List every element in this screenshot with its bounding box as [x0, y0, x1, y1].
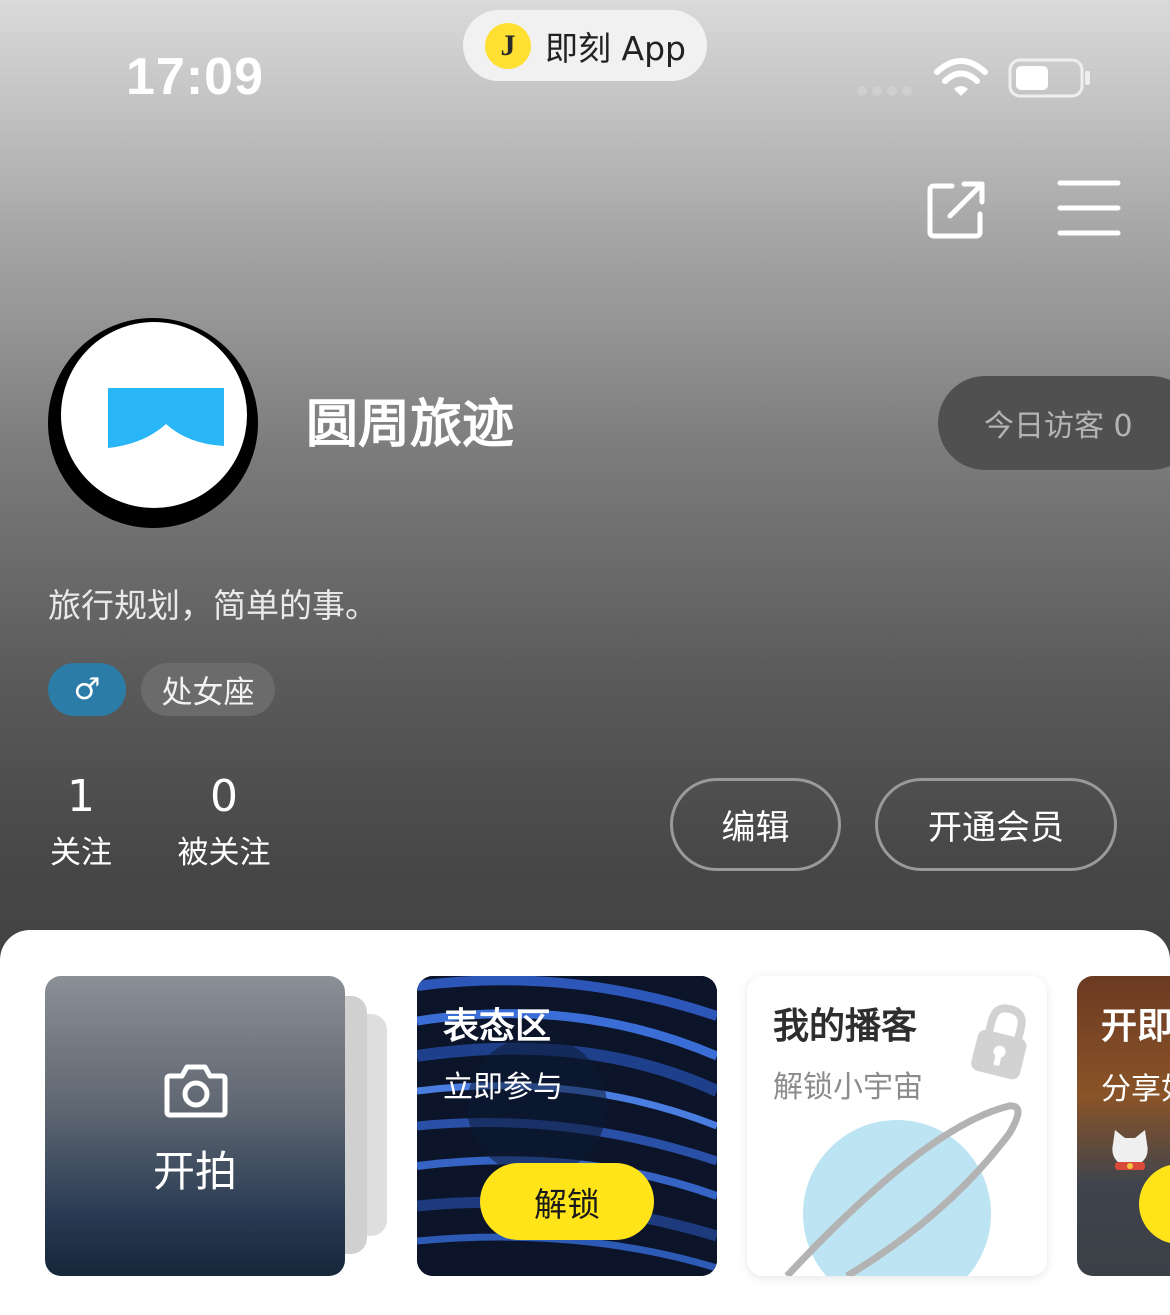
stance-card[interactable]: 表态区 立即参与 解锁: [417, 976, 717, 1276]
zodiac-tag: 处女座: [141, 663, 275, 716]
partial-card-title: 开即: [1101, 1006, 1170, 1047]
app-pill[interactable]: J 即刻 App: [463, 10, 707, 81]
battery-icon: [1008, 58, 1090, 98]
followers-label: 被关注: [177, 835, 271, 871]
gender-tag: ♂: [48, 663, 126, 716]
gender-icon: ♂: [73, 672, 101, 707]
profile-screen: 17:09 J 即刻 App 圆周旅迹 今日访客 0 旅行规划，简单的事。 ♂ …: [0, 0, 1170, 1315]
menu-button[interactable]: [1056, 178, 1122, 238]
share-button[interactable]: [924, 178, 988, 242]
profile-bio: 旅行规划，简单的事。: [48, 586, 378, 625]
cat-icon: [1112, 1130, 1148, 1170]
status-time: 17:09: [126, 48, 264, 106]
signal-icon: [857, 86, 912, 96]
app-logo-icon: J: [485, 22, 531, 69]
podcast-subtitle: 解锁小宇宙: [773, 1070, 923, 1105]
stance-title: 表态区: [443, 1006, 552, 1047]
camera-icon: [164, 1064, 228, 1118]
following-label: 关注: [50, 835, 112, 871]
wifi-icon: [934, 58, 988, 96]
followers-count: 0: [210, 771, 238, 822]
zodiac-label: 处女座: [161, 675, 255, 711]
podcast-title: 我的播客: [773, 1006, 918, 1047]
podcast-card[interactable]: 我的播客 解锁小宇宙: [747, 976, 1047, 1276]
today-visitors-label: 今日访客 0: [984, 409, 1133, 444]
stance-unlock-label: 解锁: [534, 1184, 600, 1224]
stance-unlock-button[interactable]: 解锁: [480, 1163, 654, 1240]
partial-card[interactable]: 开即 分享如: [1077, 976, 1170, 1276]
shoot-label: 开拍: [152, 1147, 237, 1196]
profile-name: 圆周旅迹: [306, 395, 515, 455]
avatar-image: [61, 322, 247, 508]
stance-subtitle: 立即参与: [443, 1070, 563, 1105]
partial-card-subtitle: 分享如: [1101, 1072, 1170, 1107]
followers-stat[interactable]: 0 被关注: [170, 770, 278, 876]
app-pill-label: 即刻 App: [545, 28, 686, 68]
lock-icon: [971, 1004, 1027, 1080]
edit-profile-button[interactable]: 编辑: [670, 778, 841, 871]
avatar-logo-icon: [108, 388, 224, 448]
vip-button[interactable]: 开通会员: [875, 778, 1117, 871]
edit-profile-label: 编辑: [721, 808, 790, 848]
following-count: 1: [67, 771, 95, 822]
shoot-card[interactable]: 开拍: [45, 976, 345, 1276]
avatar[interactable]: [48, 318, 258, 528]
following-stat[interactable]: 1 关注: [46, 770, 116, 876]
vip-label: 开通会员: [928, 808, 1064, 848]
partial-card-button[interactable]: [1139, 1164, 1170, 1244]
today-visitors-button[interactable]: 今日访客 0: [938, 376, 1170, 470]
